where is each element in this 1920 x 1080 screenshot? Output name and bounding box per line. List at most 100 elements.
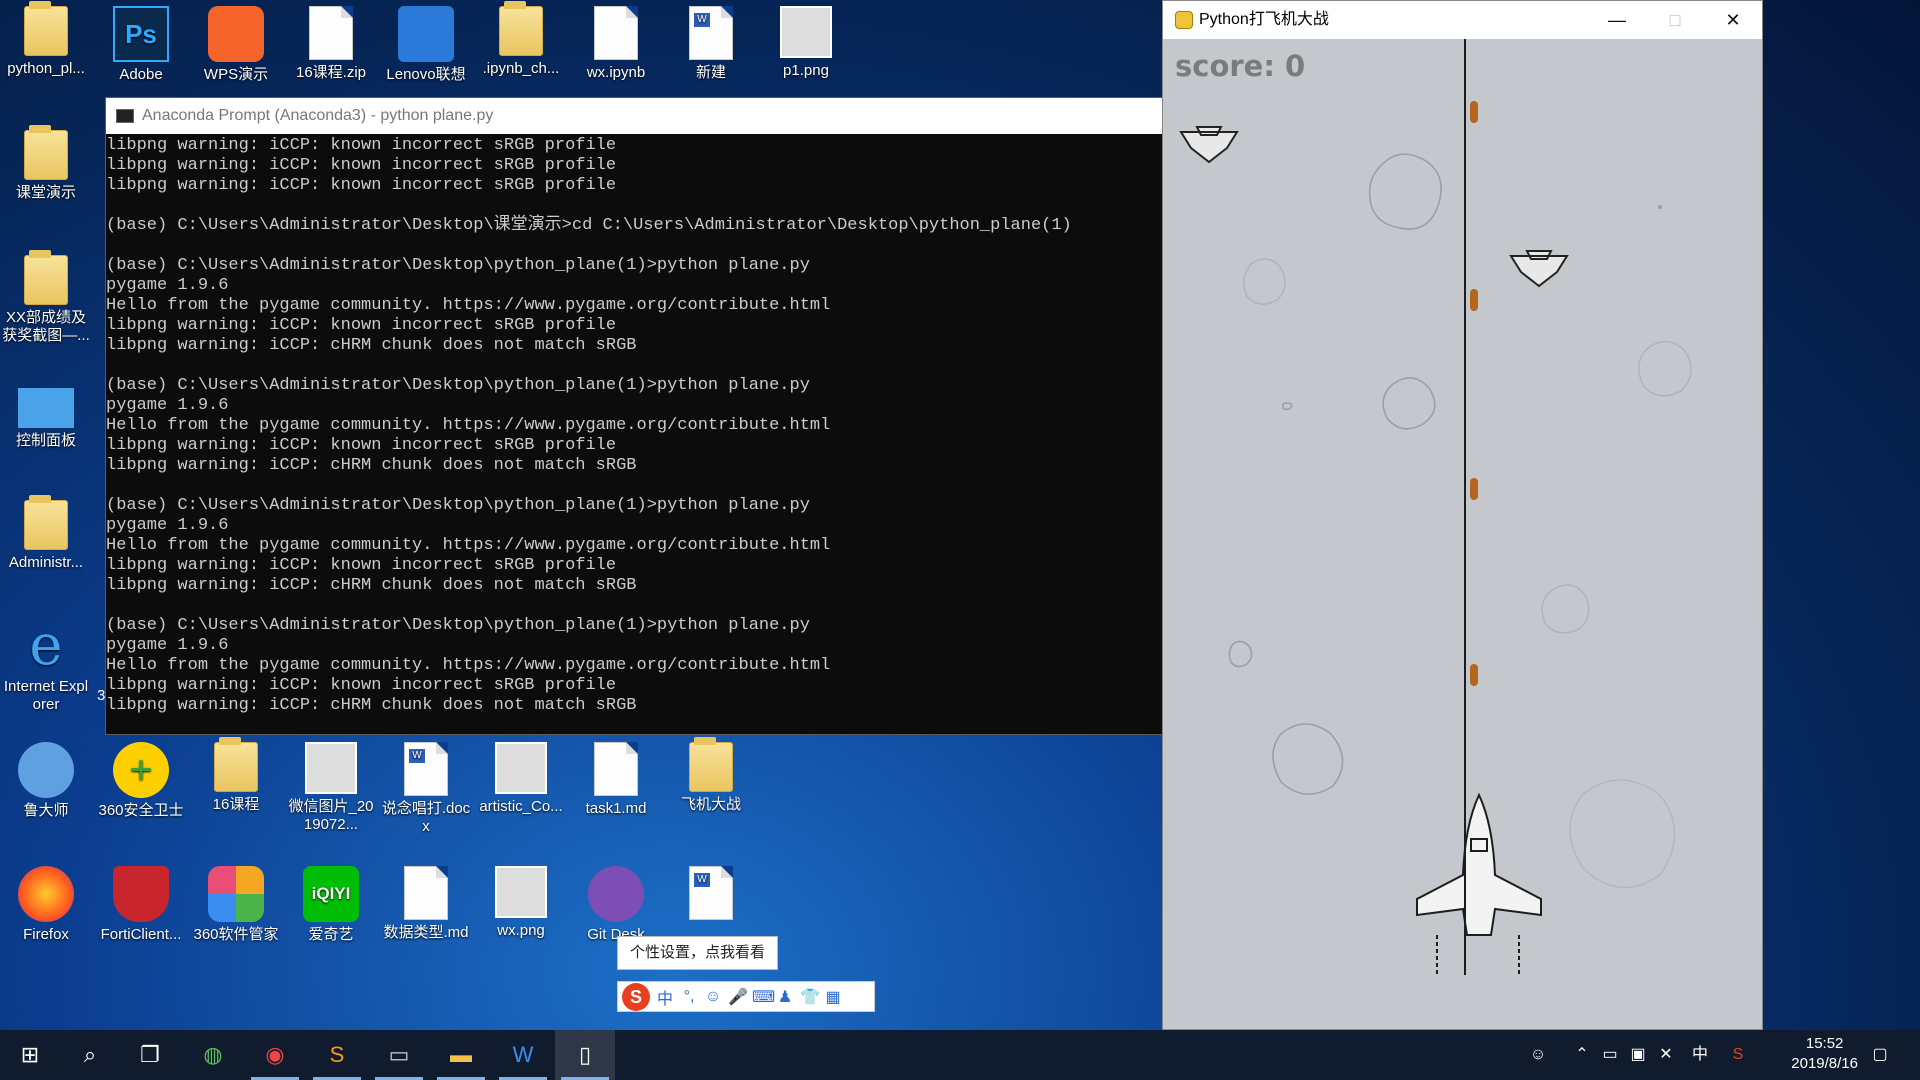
user-folder-icon: [24, 495, 68, 550]
360-browser-icon[interactable]: ◍: [183, 1030, 243, 1080]
desktop-icon-administr[interactable]: Administr...: [0, 495, 92, 572]
desktop-icon-p1-png[interactable]: p1.png: [760, 6, 852, 80]
wps-icon[interactable]: W: [493, 1030, 553, 1080]
desktop-icon-lenovo[interactable]: Lenovo联想: [380, 6, 472, 84]
desktop-icon-md[interactable]: 数据类型.md: [380, 866, 472, 942]
close-button[interactable]: ✕: [1704, 1, 1762, 39]
desktop-icon-wps[interactable]: WPS演示: [190, 6, 282, 84]
desktop-icon-label: Firefox: [23, 926, 69, 943]
game-canvas[interactable]: score: 0: [1163, 39, 1762, 1029]
game-titlebar[interactable]: Python打飞机大战 — □ ✕: [1163, 1, 1762, 39]
folder-icon: [24, 125, 68, 180]
desktop-icon-wx-ipynb[interactable]: wx.ipynb: [570, 6, 662, 82]
desktop-icon-word-doc-icon[interactable]: W 新建: [665, 6, 757, 82]
desktop-icon-firefox[interactable]: Firefox: [0, 866, 92, 944]
desktop-icon-folder-icon[interactable]: 飞机大战: [665, 737, 757, 814]
desktop-icon-iqiyi-icon[interactable]: iQIYI 爱奇艺: [285, 866, 377, 944]
enemy-plane: [1509, 250, 1569, 288]
wps-presentation-icon: [208, 6, 264, 62]
sogou-tray-icon[interactable]: S: [1724, 1030, 1752, 1080]
terminal-output[interactable]: libpng warning: iCCP: known incorrect sR…: [106, 134, 1162, 734]
desktop-icon-artistic-co[interactable]: artistic_Co...: [475, 742, 567, 816]
folder-icon: [689, 737, 733, 792]
volume-muted-icon[interactable]: ✕: [1652, 1030, 1680, 1080]
search-icon[interactable]: ⌕: [60, 1030, 120, 1080]
emoji-icon[interactable]: ☺: [704, 988, 722, 1006]
battery-icon[interactable]: ▭: [1596, 1030, 1624, 1080]
user-icon[interactable]: ♟: [776, 987, 794, 1007]
punctuation-icon[interactable]: °,: [680, 988, 698, 1006]
desktop-icon-folder-icon[interactable]: 课堂演示: [0, 125, 92, 202]
player-plane: [1416, 39, 1542, 975]
desktop-icon-word-doc-icon[interactable]: W: [665, 866, 757, 924]
desktop-icon-label: python_pl...: [7, 60, 85, 77]
desktop-icon-label: XX部成绩及获奖截图—...: [2, 309, 90, 344]
desktop-icon-360[interactable]: 360软件管家: [190, 866, 282, 944]
desktop-icon-ipynb-ch[interactable]: .ipynb_ch...: [475, 1, 567, 78]
desktop-icon-label: wx.ipynb: [586, 64, 646, 81]
desktop-icon-16[interactable]: 16课程: [190, 737, 282, 814]
desktop-icon-ludashi-icon[interactable]: 鲁大师: [0, 742, 92, 820]
desktop-icon-label: .ipynb_ch...: [482, 60, 560, 77]
terminal-line: (base) C:\Users\Administrator\Desktop\py…: [106, 496, 810, 515]
desktop-icon-forticlient[interactable]: FortiClient...: [95, 866, 187, 944]
desktop-icon-control-panel-icon[interactable]: 控制面板: [0, 380, 92, 450]
maximize-button[interactable]: □: [1646, 1, 1704, 39]
keyboard-icon[interactable]: ⌨: [752, 987, 775, 1007]
desktop-icon-git-desk[interactable]: Git Desk: [570, 866, 662, 944]
chrome-icon[interactable]: ◉: [245, 1030, 305, 1080]
terminal-line: Hello from the pygame community. https:/…: [106, 296, 831, 315]
action-center-icon[interactable]: ▢: [1866, 1030, 1894, 1080]
skin-icon[interactable]: 👕: [800, 987, 820, 1007]
asteroid: [1638, 340, 1692, 397]
desktop-icon-2019072[interactable]: 微信图片_2019072...: [285, 742, 377, 834]
microphone-icon[interactable]: 🎤: [728, 987, 748, 1007]
network-icon[interactable]: ▣: [1624, 1030, 1652, 1080]
terminal-line: libpng warning: iCCP: known incorrect sR…: [106, 436, 617, 455]
toolbox-icon[interactable]: ▦: [824, 987, 842, 1007]
minimize-button[interactable]: —: [1588, 1, 1646, 39]
terminal-icon: [116, 109, 134, 123]
sublime-icon[interactable]: S: [307, 1030, 367, 1080]
desktop-icon-label: 新建: [695, 64, 726, 81]
desktop-icon-docx[interactable]: W 说念唱打.docx: [380, 742, 472, 836]
ime-tooltip[interactable]: 个性设置，点我看看: [617, 936, 779, 970]
people-icon[interactable]: ☺: [1524, 1030, 1552, 1080]
ime-mode-toggle[interactable]: 中: [656, 985, 674, 1009]
task-view-icon[interactable]: ❐: [120, 1030, 180, 1080]
terminal-line: libpng warning: iCCP: known incorrect sR…: [106, 316, 617, 335]
sogou-ime-toolbar[interactable]: S 中 °, ☺ 🎤 ⌨ ♟ 👕 ▦: [617, 981, 875, 1012]
folder-icon: [24, 250, 68, 305]
terminal-titlebar[interactable]: Anaconda Prompt (Anaconda3) - python pla…: [106, 98, 1162, 134]
desktop-icon-label: 360安全卫士: [98, 802, 184, 819]
pygame-taskbar-icon[interactable]: ▯: [555, 1030, 615, 1080]
desktop-icon-adobe[interactable]: Ps Adobe: [95, 6, 187, 84]
show-hidden-icons[interactable]: ⌃: [1568, 1030, 1596, 1080]
clock[interactable]: 15:52 2019/8/16: [1791, 1034, 1858, 1074]
file-explorer-icon[interactable]: ▬: [431, 1030, 491, 1080]
start-button[interactable]: ⊞: [0, 1030, 60, 1080]
desktop-icon-python-pl[interactable]: python_pl...: [0, 1, 92, 78]
desktop-icon-16-zip[interactable]: 16课程.zip: [285, 6, 377, 82]
pygame-icon: [1175, 11, 1193, 29]
terminal-line: (base) C:\Users\Administrator\Desktop\py…: [106, 256, 810, 275]
input-lang-indicator[interactable]: 中: [1686, 1030, 1714, 1080]
desktop-icon-360[interactable]: +360安全卫士: [95, 742, 187, 820]
desktop-icon-xx[interactable]: XX部成绩及获奖截图—...: [0, 250, 92, 345]
desktop-icon-internet-explorer[interactable]: e Internet Explorer: [0, 618, 92, 714]
photoshop-icon: Ps: [113, 6, 169, 62]
terminal-line: Hello from the pygame community. https:/…: [106, 416, 831, 435]
asteroid: [1541, 584, 1590, 634]
desktop-icon-label: 飞机大战: [680, 796, 741, 813]
pygame-window[interactable]: Python打飞机大战 — □ ✕ score: 0: [1162, 0, 1763, 1030]
desktop-icon-task1-md[interactable]: task1.md: [570, 742, 662, 818]
word-doc-icon: W: [689, 6, 733, 60]
sogou-logo-icon[interactable]: S: [622, 982, 650, 1011]
anaconda-prompt-window[interactable]: Anaconda Prompt (Anaconda3) - python pla…: [105, 97, 1163, 735]
terminal-taskbar-icon[interactable]: ▭: [369, 1030, 429, 1080]
asteroid: [1382, 377, 1436, 430]
360-security-icon: +: [113, 742, 169, 798]
desktop-icon-wx-png[interactable]: wx.png: [475, 866, 567, 940]
